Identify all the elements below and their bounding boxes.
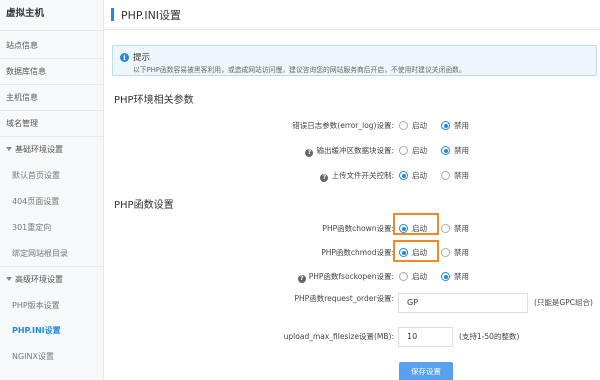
request-order-hint: (只能是GPC组合) [534,298,593,307]
fsockopen-on-radio[interactable]: 启动 [399,271,427,282]
upload-max-filesize-label: upload_max_filesize设置(MB): [283,332,394,341]
radio-dot [399,171,408,180]
caret-down-icon [6,277,12,281]
sidebar-item-php-version[interactable]: PHP版本设置 [0,295,103,317]
radio-label: 禁用 [454,121,469,130]
radio-label: 启动 [412,248,427,257]
radio-dot [441,121,450,130]
sidebar-item-host-info[interactable]: 主机信息 [0,87,103,109]
save-button[interactable]: 保存设置 [399,362,453,380]
question-icon[interactable]: ? [320,174,329,182]
notice-title: 提示 [133,53,151,63]
notice-text: 以下PHP函数容易被黑客利用，或造成网站访问慢，建议咨询您的网站服务商后开启，不… [133,66,466,74]
chmod-on-radio[interactable]: 启动 [399,247,427,258]
radio-label: 启动 [412,224,427,233]
radio-dot [441,171,450,180]
question-icon[interactable]: ? [305,149,314,157]
output-buffer-on-radio[interactable]: 启动 [399,145,427,156]
sidebar-item-site-info[interactable]: 站点信息 [0,35,103,57]
caret-down-icon [6,147,12,151]
fsockopen-label: ? PHP函数fsockopen设置: [104,271,394,283]
radio-label: 禁用 [454,224,469,233]
divider [0,266,103,267]
sidebar: 虚拟主机 站点信息 数据库信息 主机信息 域名管理 基础环境设置 默认首页设置 … [0,0,104,380]
radio-dot [399,224,408,233]
radio-label: 禁用 [454,248,469,257]
sidebar-item-database-info[interactable]: 数据库信息 [0,61,103,83]
chmod-off-radio[interactable]: 禁用 [441,247,469,258]
divider [0,58,103,59]
chmod-label: PHP函数chmod设置: [321,248,394,257]
file-upload-off-radio[interactable]: 禁用 [441,170,469,181]
output-buffer-label: ? 输出缓冲区数据块设置: [104,145,394,157]
section-title-functions: PHP函数设置 [114,200,174,211]
info-icon: i [120,53,129,62]
radio-label: 启动 [412,272,427,281]
sidebar-item-default-homepage[interactable]: 默认首页设置 [0,165,103,187]
error-log-off-radio[interactable]: 禁用 [441,120,469,131]
radio-dot [441,146,450,155]
radio-label: 禁用 [454,171,469,180]
sidebar-title: 虚拟主机 [6,8,45,19]
divider [0,30,103,31]
radio-label: 启动 [412,146,427,155]
radio-dot [399,146,408,155]
upload-max-filesize-input[interactable]: 10 [398,327,453,347]
radio-dot [441,248,450,257]
page-header: PHP.INI设置 [104,0,600,30]
request-order-label: PHP函数request_order设置: [294,294,394,303]
sidebar-item-bind-root-dir[interactable]: 绑定网站根目录 [0,243,103,265]
output-buffer-off-radio[interactable]: 禁用 [441,145,469,156]
fsockopen-off-radio[interactable]: 禁用 [441,271,469,282]
radio-label: 启动 [412,171,427,180]
file-upload-label-text: 上传文件开关控制: [331,171,394,180]
sidebar-item-nginx[interactable]: NGINX设置 [0,346,103,368]
divider [0,136,103,137]
radio-dot [441,272,450,281]
radio-dot [441,224,450,233]
chown-label: PHP函数chown设置: [322,224,394,233]
sidebar-item-404-page[interactable]: 404页面设置 [0,191,103,213]
sidebar-group-label: 高级环境设置 [15,275,63,284]
sidebar-group-basic-env[interactable]: 基础环境设置 [0,139,103,161]
error-log-on-radio[interactable]: 启动 [399,120,427,131]
radio-dot [399,121,408,130]
title-accent-bar [111,8,114,21]
sidebar-group-label: 基础环境设置 [15,145,63,154]
radio-label: 禁用 [454,272,469,281]
fsockopen-label-text: PHP函数fsockopen设置: [308,272,394,281]
file-upload-on-radio[interactable]: 启动 [399,170,427,181]
divider [0,84,103,85]
upload-max-filesize-hint: (支持1-50的整数) [459,332,520,341]
divider [0,110,103,111]
section-title-env: PHP环境相关参数 [114,95,194,106]
error-log-label: 错误日志参数(error_log)设置: [292,121,394,130]
sidebar-item-301-redirect[interactable]: 301重定向 [0,217,103,239]
main-content: PHP.INI设置 i 提示 以下PHP函数容易被黑客利用，或造成网站访问慢，建… [104,0,600,380]
sidebar-group-advanced-env[interactable]: 高级环境设置 [0,269,103,291]
radio-label: 启动 [412,121,427,130]
chown-on-radio[interactable]: 启动 [399,223,427,234]
question-icon[interactable]: ? [297,275,306,283]
notice-box: i 提示 以下PHP函数容易被黑客利用，或造成网站访问慢，建议咨询您的网站服务商… [112,45,597,76]
file-upload-label: ? 上传文件开关控制: [104,170,394,182]
request-order-input[interactable]: GP [398,293,528,313]
sidebar-item-php-ini[interactable]: PHP.INI设置 [0,320,103,342]
radio-dot [399,272,408,281]
radio-dot [399,248,408,257]
chown-off-radio[interactable]: 禁用 [441,223,469,234]
radio-label: 禁用 [454,146,469,155]
sidebar-item-domain-management[interactable]: 域名管理 [0,113,103,135]
page-title: PHP.INI设置 [121,9,182,22]
output-buffer-label-text: 输出缓冲区数据块设置: [316,146,394,155]
